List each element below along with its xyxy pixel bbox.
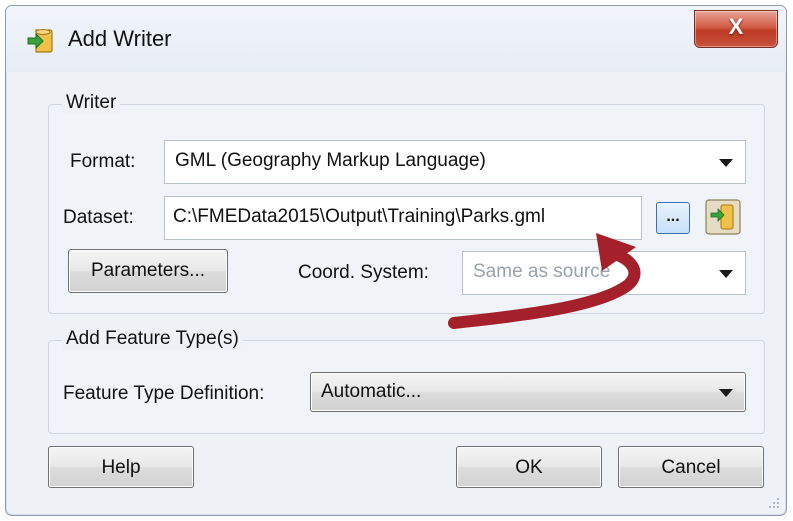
resize-grip-icon[interactable]: [766, 495, 780, 509]
dataset-navigator-icon[interactable]: [704, 198, 742, 236]
format-value: GML (Geography Markup Language): [175, 150, 486, 171]
help-button-label: Help: [101, 457, 141, 478]
cancel-button[interactable]: Cancel: [618, 446, 764, 488]
chevron-down-icon: [719, 159, 733, 167]
format-label: Format:: [70, 151, 136, 172]
add-writer-dialog: Add Writer X Writer Format: GML (Geograp…: [5, 5, 787, 516]
dataset-label: Dataset:: [63, 207, 134, 228]
close-button[interactable]: X: [694, 10, 778, 48]
dialog-title: Add Writer: [68, 26, 172, 51]
ellipsis-icon: ...: [666, 208, 680, 225]
close-icon: X: [728, 14, 744, 39]
title-bar: Add Writer X: [6, 6, 786, 72]
cancel-button-label: Cancel: [661, 457, 721, 478]
feature-type-definition-value: Automatic...: [321, 381, 422, 402]
parameters-button-label: Parameters...: [90, 260, 206, 281]
annotation-arrow-icon: [448, 233, 641, 329]
feature-type-definition-label: Feature Type Definition:: [63, 383, 265, 404]
add-writer-icon: [27, 29, 53, 53]
ok-button-label: OK: [515, 457, 543, 478]
dataset-value: C:\FMEData2015\Output\Training\Parks.gml: [173, 206, 546, 227]
ok-button[interactable]: OK: [456, 446, 602, 488]
parameters-button[interactable]: Parameters...: [68, 249, 228, 293]
coord-system-label: Coord. System:: [298, 262, 429, 283]
format-dropdown[interactable]: GML (Geography Markup Language): [164, 140, 746, 184]
browse-button[interactable]: ...: [656, 202, 690, 234]
feature-type-definition-dropdown[interactable]: Automatic...: [310, 372, 746, 412]
chevron-down-icon: [719, 270, 733, 278]
writer-group-title: Writer: [62, 92, 121, 114]
feature-type-group-title: Add Feature Type(s): [62, 328, 243, 350]
chevron-down-icon: [719, 389, 733, 397]
help-button[interactable]: Help: [48, 446, 194, 488]
